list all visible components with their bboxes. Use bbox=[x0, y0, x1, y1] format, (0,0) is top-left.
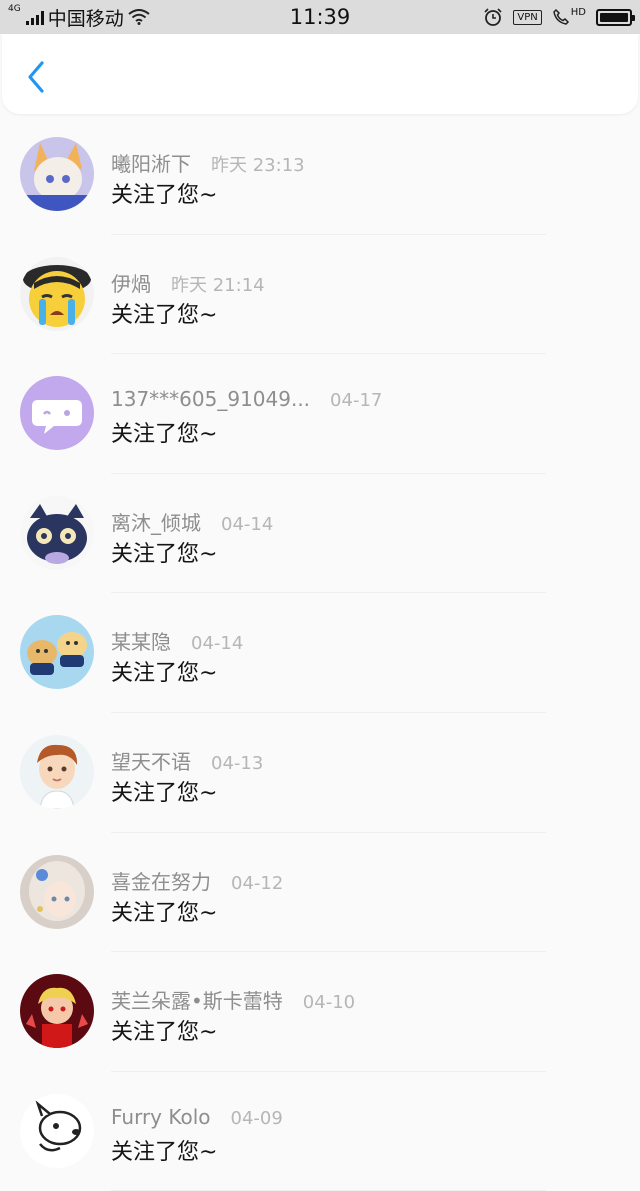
notification-message: 关注了您~ bbox=[111, 780, 218, 806]
user-name[interactable]: Furry Kolo bbox=[111, 1105, 211, 1129]
name-line: 伊煱 昨天 21:14 bbox=[111, 268, 265, 297]
back-button[interactable] bbox=[22, 60, 52, 94]
notification-message: 关注了您~ bbox=[111, 1139, 218, 1165]
avatar[interactable] bbox=[20, 854, 94, 929]
name-line: 137***605_91049... 04-17 bbox=[111, 387, 382, 411]
avatar[interactable] bbox=[20, 495, 94, 570]
chevron-left-icon bbox=[28, 61, 44, 93]
list-item[interactable]: 芙兰朵露•斯卡蕾特 04-10 关注了您~ bbox=[0, 952, 640, 1072]
notification-time: 04-09 bbox=[230, 1107, 283, 1129]
avatar-image bbox=[20, 256, 94, 331]
user-name[interactable]: 137***605_91049... bbox=[111, 387, 310, 411]
name-line: 喜金在努力 04-12 bbox=[111, 866, 283, 895]
status-left: 4G 中国移动 bbox=[8, 4, 228, 31]
avatar-image bbox=[20, 376, 94, 451]
notification-time: 04-12 bbox=[231, 872, 284, 894]
list-item[interactable]: 137***605_91049... 04-17 关注了您~ bbox=[0, 354, 640, 474]
user-name[interactable]: 望天不语 bbox=[111, 746, 191, 775]
notification-message: 关注了您~ bbox=[111, 1020, 218, 1046]
notification-message: 关注了您~ bbox=[111, 541, 218, 567]
battery-icon bbox=[596, 8, 635, 26]
avatar[interactable] bbox=[20, 137, 94, 211]
avatar-image bbox=[20, 1093, 94, 1168]
phone-icon bbox=[552, 8, 569, 25]
network-type: 4G bbox=[8, 3, 21, 14]
avatar-image bbox=[20, 974, 94, 1049]
notification-time: 昨天 21:14 bbox=[171, 274, 265, 296]
avatar[interactable] bbox=[20, 615, 94, 690]
wifi-icon bbox=[128, 9, 150, 25]
notification-message: 关注了您~ bbox=[111, 183, 218, 208]
signal-icon bbox=[25, 9, 44, 25]
avatar-image bbox=[20, 854, 94, 929]
list-item[interactable]: 某某隐 04-14 关注了您~ bbox=[0, 593, 640, 713]
list-item[interactable]: 喜金在努力 04-12 关注了您~ bbox=[0, 833, 640, 953]
list-item[interactable]: 望天不语 04-13 关注了您~ bbox=[0, 713, 640, 833]
notification-time: 04-13 bbox=[211, 752, 264, 774]
hd-call-icon: HD bbox=[552, 8, 586, 26]
name-line: 某某隐 04-14 bbox=[111, 626, 243, 655]
name-line: 芙兰朵露•斯卡蕾特 04-10 bbox=[111, 985, 355, 1014]
user-name[interactable]: 喜金在努力 bbox=[111, 866, 211, 895]
avatar[interactable] bbox=[20, 974, 94, 1049]
avatar-image bbox=[20, 495, 94, 570]
notification-message: 关注了您~ bbox=[111, 422, 218, 448]
avatar[interactable] bbox=[20, 256, 94, 331]
user-name[interactable]: 某某隐 bbox=[111, 626, 171, 655]
list-item[interactable]: 伊煱 昨天 21:14 关注了您~ bbox=[0, 235, 640, 355]
user-name[interactable]: 曦阳淅下 bbox=[111, 148, 191, 177]
user-name[interactable]: 离沐_倾城 bbox=[111, 507, 201, 536]
user-name[interactable]: 伊煱 bbox=[111, 268, 151, 297]
notification-time: 昨天 23:13 bbox=[211, 155, 305, 176]
avatar[interactable] bbox=[20, 1093, 94, 1168]
notification-message: 关注了您~ bbox=[111, 302, 218, 328]
notification-time: 04-17 bbox=[330, 390, 383, 412]
vpn-badge: VPN bbox=[513, 9, 542, 25]
status-bar: 4G 中国移动 11:39 VPN HD bbox=[0, 0, 640, 34]
carrier-name: 中国移动 bbox=[47, 7, 124, 30]
avatar[interactable] bbox=[20, 376, 94, 451]
follower-notification-list: 曦阳淅下 昨天 23:13 关注了您~ 伊煱 昨天 21:14 关注了您~ 13… bbox=[0, 115, 640, 1191]
alarm-icon bbox=[484, 8, 502, 26]
user-name[interactable]: 芙兰朵露•斯卡蕾特 bbox=[111, 985, 283, 1014]
name-line: 望天不语 04-13 bbox=[111, 746, 263, 775]
hd-label: HD bbox=[570, 7, 586, 18]
notification-message: 关注了您~ bbox=[111, 661, 218, 687]
avatar[interactable] bbox=[20, 734, 94, 809]
nav-bar bbox=[2, 34, 638, 114]
list-item[interactable]: 离沐_倾城 04-14 关注了您~ bbox=[0, 474, 640, 594]
name-line: Furry Kolo 04-09 bbox=[111, 1105, 283, 1129]
list-item[interactable]: Furry Kolo 04-09 关注了您~ bbox=[0, 1072, 640, 1191]
notification-message: 关注了您~ bbox=[111, 900, 218, 926]
notification-time: 04-14 bbox=[221, 513, 274, 535]
notification-time: 04-14 bbox=[191, 633, 244, 655]
avatar-image bbox=[20, 734, 94, 809]
status-right: VPN HD bbox=[483, 7, 635, 27]
name-line: 离沐_倾城 04-14 bbox=[111, 507, 273, 536]
avatar-image bbox=[20, 615, 94, 690]
list-item[interactable]: 曦阳淅下 昨天 23:13 关注了您~ bbox=[0, 115, 640, 235]
notification-time: 04-10 bbox=[302, 992, 356, 1014]
avatar-image bbox=[20, 137, 94, 211]
name-line: 曦阳淅下 昨天 23:13 bbox=[111, 148, 305, 177]
